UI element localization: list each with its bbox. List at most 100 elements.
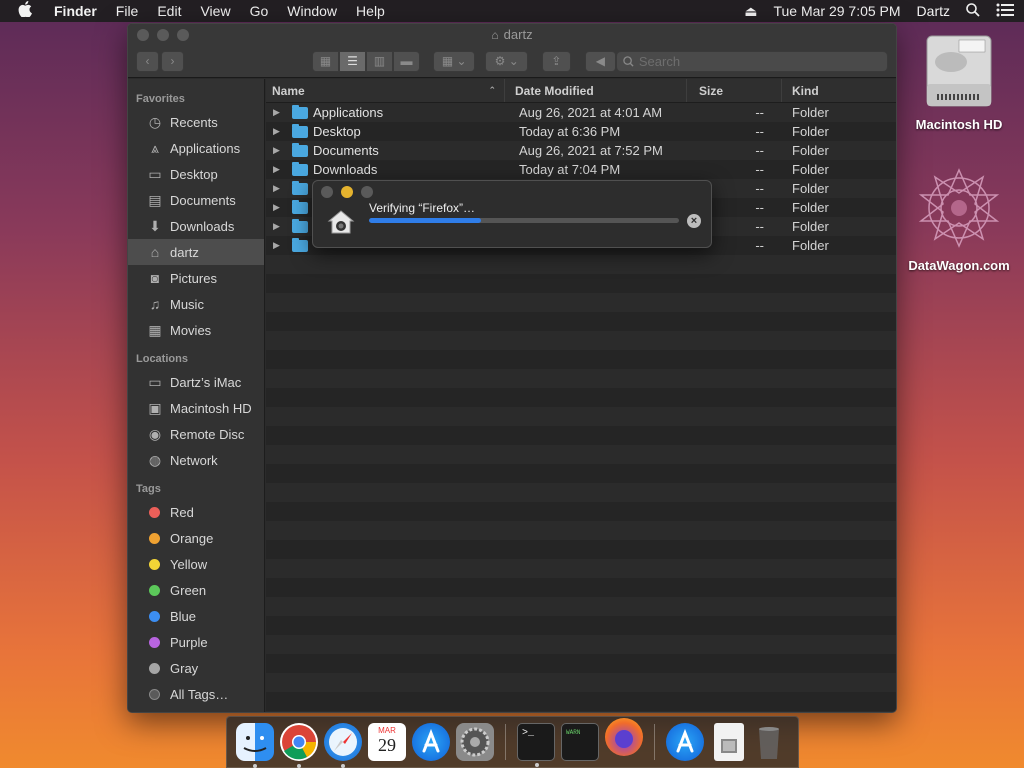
window-titlebar[interactable]: ⌂ dartz ‹ › ▦ ☰ ▥ ▬ ▦ ⌄ ⚙ ⌄ ⇪ ◀ xyxy=(128,24,896,78)
table-row[interactable]: ▶ Desktop Today at 6:36 PM -- Folder xyxy=(266,122,896,141)
disclosure-triangle-icon[interactable]: ▶ xyxy=(273,164,287,175)
sidebar-tag-red[interactable]: Red xyxy=(128,499,264,525)
menu-help[interactable]: Help xyxy=(356,3,385,19)
tag-blue-dot-icon xyxy=(149,610,160,622)
dock-finder-icon[interactable] xyxy=(236,723,274,768)
dock-system-preferences-icon[interactable] xyxy=(456,723,494,761)
disclosure-triangle-icon[interactable]: ▶ xyxy=(273,202,287,213)
running-indicator xyxy=(253,764,257,768)
sidebar-item-remote-disc[interactable]: ◉ Remote Disc xyxy=(128,421,264,447)
table-row[interactable]: ▶ Documents Aug 26, 2021 at 7:52 PM -- Folde… xyxy=(266,141,896,160)
dock-firefox-icon[interactable] xyxy=(605,718,643,756)
sidebar-tag-yellow[interactable]: Yellow xyxy=(128,551,264,577)
menu-user[interactable]: Dartz xyxy=(917,3,950,19)
menu-file[interactable]: File xyxy=(116,3,139,19)
sidebar-tag-purple[interactable]: Purple xyxy=(128,629,264,655)
menu-clock[interactable]: Tue Mar 29 7:05 PM xyxy=(773,3,900,19)
dialog-minimize-button[interactable] xyxy=(341,186,353,198)
progress-bar xyxy=(369,218,679,223)
sidebar-item-downloads[interactable]: ⬇ Downloads xyxy=(128,213,264,239)
eject-icon[interactable]: ⏏ xyxy=(744,3,757,20)
spotlight-search-icon[interactable] xyxy=(966,2,980,20)
disclosure-triangle-icon[interactable]: ▶ xyxy=(273,107,287,118)
home-icon: ⌂ xyxy=(150,244,160,260)
sidebar-item-music[interactable]: ♫ Music xyxy=(128,291,264,317)
search-input[interactable] xyxy=(638,53,879,69)
group-by-button[interactable]: ▦ ⌄ xyxy=(433,50,476,72)
dock-chrome-icon[interactable] xyxy=(280,723,318,768)
music-icon: ♫ xyxy=(149,296,161,312)
file-name: Downloads xyxy=(313,162,378,177)
sidebar-item-movies[interactable]: ▦ Movies xyxy=(128,317,264,343)
disclosure-triangle-icon[interactable]: ▶ xyxy=(273,221,287,232)
disclosure-triangle-icon[interactable]: ▶ xyxy=(273,145,287,156)
column-header-kind[interactable]: Kind xyxy=(782,79,896,102)
dock-preview-icon[interactable] xyxy=(714,723,744,761)
disclosure-triangle-icon[interactable]: ▶ xyxy=(273,183,287,194)
table-row[interactable]: ▶ Downloads Today at 7:04 PM -- Folder xyxy=(266,160,896,179)
chrome-icon xyxy=(282,725,316,760)
sidebar-item-dartz[interactable]: ⌂ dartz xyxy=(128,239,264,265)
sidebar-tag-orange[interactable]: Orange xyxy=(128,525,264,551)
dialog-zoom-button[interactable] xyxy=(361,186,373,198)
sidebar-tag-green[interactable]: Green xyxy=(128,577,264,603)
notification-center-icon[interactable] xyxy=(996,3,1014,20)
desktop-icon-macintosh-hd[interactable]: Macintosh HD xyxy=(904,32,1014,132)
compass-icon xyxy=(329,728,357,756)
dock-safari-icon[interactable] xyxy=(324,723,362,768)
menu-window[interactable]: Window xyxy=(287,3,337,19)
dock-app-store-folder-icon[interactable] xyxy=(666,723,704,761)
sidebar-item-applications[interactable]: ⩓ Applications xyxy=(128,135,264,161)
back-button[interactable]: ‹ xyxy=(136,50,159,72)
column-header-date[interactable]: Date Modified xyxy=(505,79,687,102)
search-field[interactable] xyxy=(615,50,888,72)
column-view-button[interactable]: ▥ xyxy=(366,50,393,72)
desktop-icon-datawagon[interactable]: DataWagon.com xyxy=(904,165,1014,273)
sidebar-item-desktop[interactable]: ▭ Desktop xyxy=(128,161,264,187)
file-kind: Folder xyxy=(792,238,829,253)
view-mode-group: ▦ ☰ ▥ ▬ xyxy=(312,50,420,72)
menu-view[interactable]: View xyxy=(200,3,230,19)
file-kind: Folder xyxy=(792,105,829,120)
dock-terminal-icon[interactable]: >_ xyxy=(517,723,555,767)
sidebar-item-macintosh-hd[interactable]: ▣ Macintosh HD xyxy=(128,395,264,421)
dock-app-store-icon[interactable] xyxy=(412,723,450,761)
sidebar-tag-all[interactable]: All Tags… xyxy=(128,681,264,707)
dock-console-icon[interactable]: WARN xyxy=(561,723,599,761)
sidebar-item-pictures[interactable]: ◙ Pictures xyxy=(128,265,264,291)
disclosure-triangle-icon[interactable]: ▶ xyxy=(273,240,287,251)
disclosure-triangle-icon[interactable]: ▶ xyxy=(273,126,287,137)
action-gear-button[interactable]: ⚙ ⌄ xyxy=(485,50,528,72)
column-header-label: Date Modified xyxy=(515,83,594,98)
sidebar-item-label: Documents xyxy=(170,192,236,208)
sidebar-item-imac[interactable]: ▭ Dartz’s iMac xyxy=(128,369,264,395)
list-view-button[interactable]: ☰ xyxy=(339,50,366,72)
folder-icon xyxy=(292,199,308,214)
menu-go[interactable]: Go xyxy=(250,3,269,19)
applications-icon: ⩓ xyxy=(151,139,159,156)
edit-tags-button[interactable]: ◀ xyxy=(584,50,616,72)
gallery-view-button[interactable]: ▬ xyxy=(393,50,420,72)
dialog-close-button[interactable] xyxy=(321,186,333,198)
dock-calendar-icon[interactable]: MAR 29 xyxy=(368,723,406,761)
table-row[interactable]: ▶ Applications Aug 26, 2021 at 4:01 AM -- Fo… xyxy=(266,103,896,122)
cancel-verify-button[interactable]: × xyxy=(687,214,701,228)
menu-edit[interactable]: Edit xyxy=(157,3,181,19)
running-indicator xyxy=(341,764,345,768)
share-button[interactable]: ⇪ xyxy=(541,50,571,72)
forward-button[interactable]: › xyxy=(161,50,184,72)
sidebar-tag-blue[interactable]: Blue xyxy=(128,603,264,629)
sidebar-item-label: Dartz’s iMac xyxy=(170,374,242,390)
menu-app-name[interactable]: Finder xyxy=(54,3,97,19)
column-header-size[interactable]: Size xyxy=(687,79,782,102)
sidebar-item-label: Network xyxy=(170,452,218,468)
apple-menu-icon[interactable] xyxy=(18,1,36,21)
sidebar-item-recents[interactable]: ◷ Recents xyxy=(128,109,264,135)
icon-view-button[interactable]: ▦ xyxy=(312,50,339,72)
sidebar-tag-gray[interactable]: Gray xyxy=(128,655,264,681)
sidebar-item-documents[interactable]: ▤ Documents xyxy=(128,187,264,213)
sidebar-item-network[interactable]: ◍ Network xyxy=(128,447,264,473)
file-kind: Folder xyxy=(792,162,829,177)
dock-trash-icon[interactable] xyxy=(750,723,788,761)
column-header-name[interactable]: Name ⌃ xyxy=(266,79,505,102)
